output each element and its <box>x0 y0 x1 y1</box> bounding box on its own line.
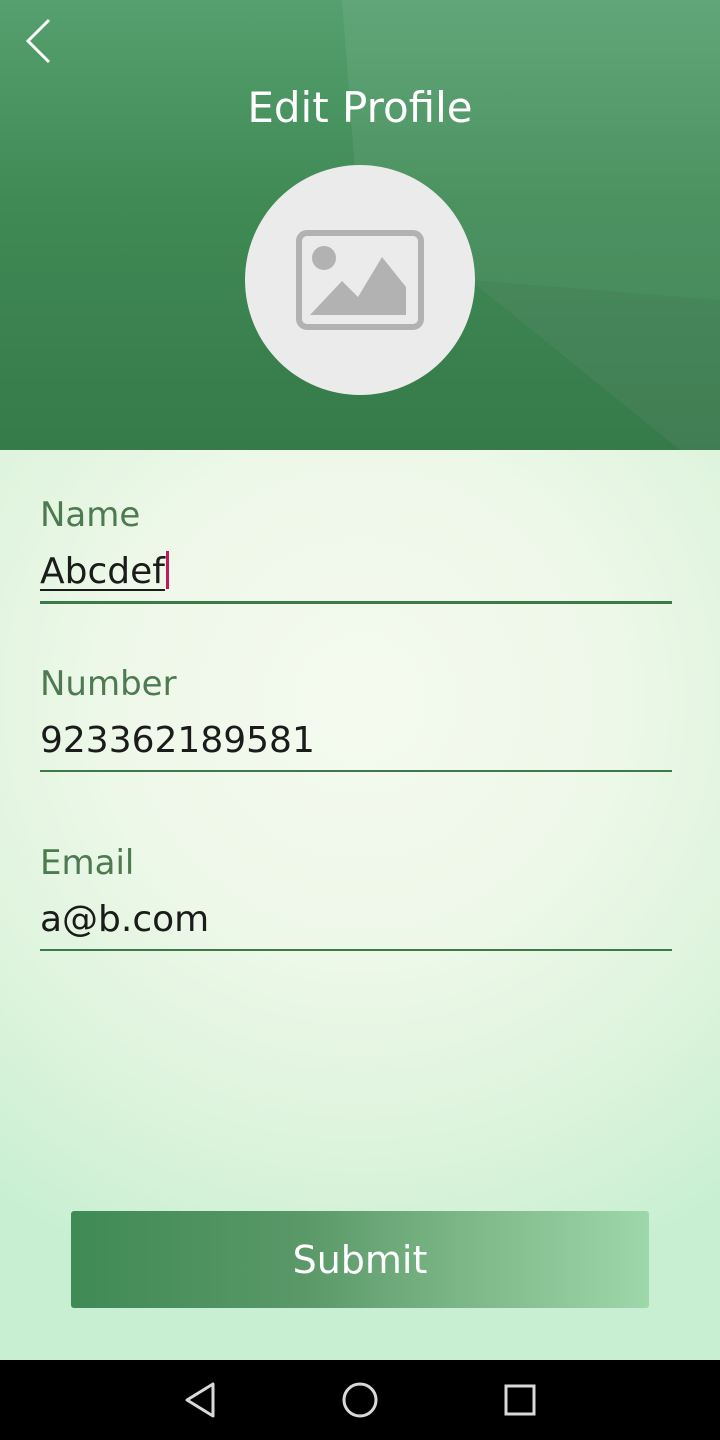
number-input[interactable]: 923362189581 <box>40 716 672 772</box>
nav-back-button[interactable] <box>150 1360 250 1440</box>
header: Edit Profile <box>0 0 720 450</box>
name-field-group: Name Abcdef <box>40 495 672 604</box>
profile-form: Name Abcdef Number 923362189581 Email a@… <box>0 450 720 1360</box>
back-button[interactable] <box>14 14 62 68</box>
circle-home-icon <box>342 1382 378 1418</box>
number-value: 923362189581 <box>40 720 315 761</box>
name-value: Abcdef <box>40 551 165 592</box>
email-value: a@b.com <box>40 899 210 940</box>
name-input[interactable]: Abcdef <box>40 547 672 604</box>
email-label: Email <box>40 843 135 883</box>
submit-button[interactable]: Submit <box>71 1211 649 1308</box>
nav-recents-button[interactable] <box>470 1360 570 1440</box>
chevron-left-icon <box>25 18 51 64</box>
square-recents-icon <box>504 1384 536 1416</box>
email-input[interactable]: a@b.com <box>40 895 672 951</box>
email-field-group: Email a@b.com <box>40 843 672 951</box>
text-caret <box>165 551 169 589</box>
triangle-back-icon <box>185 1382 215 1418</box>
image-placeholder-icon <box>296 230 424 330</box>
name-label: Name <box>40 495 141 535</box>
edit-profile-screen: Edit Profile Name Abcdef Number 92336218… <box>0 0 720 1440</box>
nav-home-button[interactable] <box>310 1360 410 1440</box>
number-field-group: Number 923362189581 <box>40 664 672 772</box>
system-navigation-bar <box>0 1360 720 1440</box>
number-label: Number <box>40 664 177 704</box>
page-title: Edit Profile <box>247 83 473 132</box>
avatar[interactable] <box>245 165 475 395</box>
